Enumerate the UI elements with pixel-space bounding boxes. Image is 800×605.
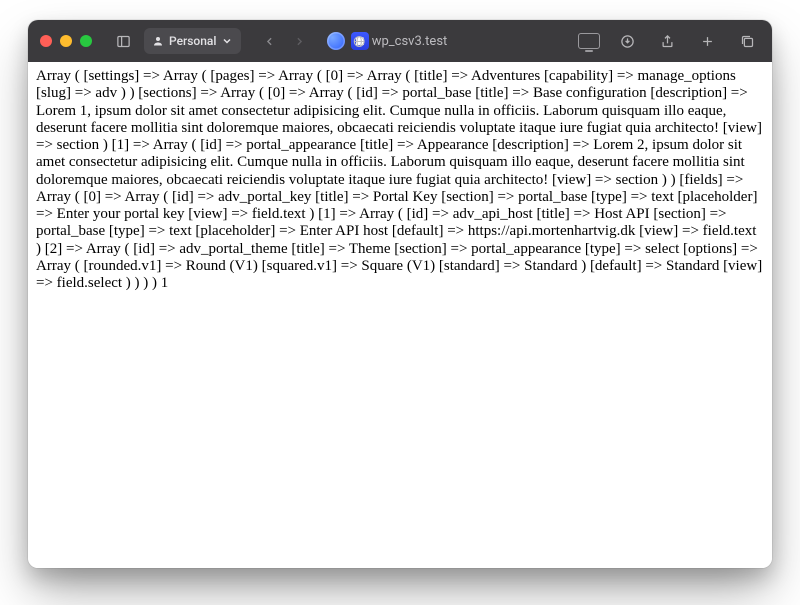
new-tab-button[interactable]: [694, 28, 720, 54]
array-dump-text: Array ( [settings] => Array ( [pages] =>…: [36, 68, 764, 292]
address-display[interactable]: wp_csv3.test: [353, 34, 448, 49]
window-controls: [40, 35, 92, 47]
back-button[interactable]: [255, 28, 283, 54]
profile-label: Personal: [169, 34, 216, 48]
close-window-button[interactable]: [40, 35, 52, 47]
tabs-overview-button[interactable]: [734, 28, 760, 54]
minimize-window-button[interactable]: [60, 35, 72, 47]
maximize-window-button[interactable]: [80, 35, 92, 47]
navigation-group: [255, 28, 313, 54]
browser-window: Personal wp_csv3.test: [28, 20, 772, 568]
address-text: wp_csv3.test: [372, 34, 448, 49]
profile-switcher[interactable]: Personal: [144, 28, 241, 54]
page-content: Array ( [settings] => Array ( [pages] =>…: [28, 62, 772, 568]
person-icon: [152, 35, 164, 47]
extension-icon-1[interactable]: [327, 32, 345, 50]
device-icon[interactable]: [578, 33, 600, 49]
forward-button[interactable]: [285, 28, 313, 54]
globe-icon: [353, 35, 366, 48]
downloads-button[interactable]: [614, 28, 640, 54]
sidebar-toggle-button[interactable]: [110, 28, 136, 54]
toolbar-right: [578, 28, 760, 54]
chevron-down-icon: [221, 35, 233, 47]
share-button[interactable]: [654, 28, 680, 54]
titlebar: Personal wp_csv3.test: [28, 20, 772, 62]
